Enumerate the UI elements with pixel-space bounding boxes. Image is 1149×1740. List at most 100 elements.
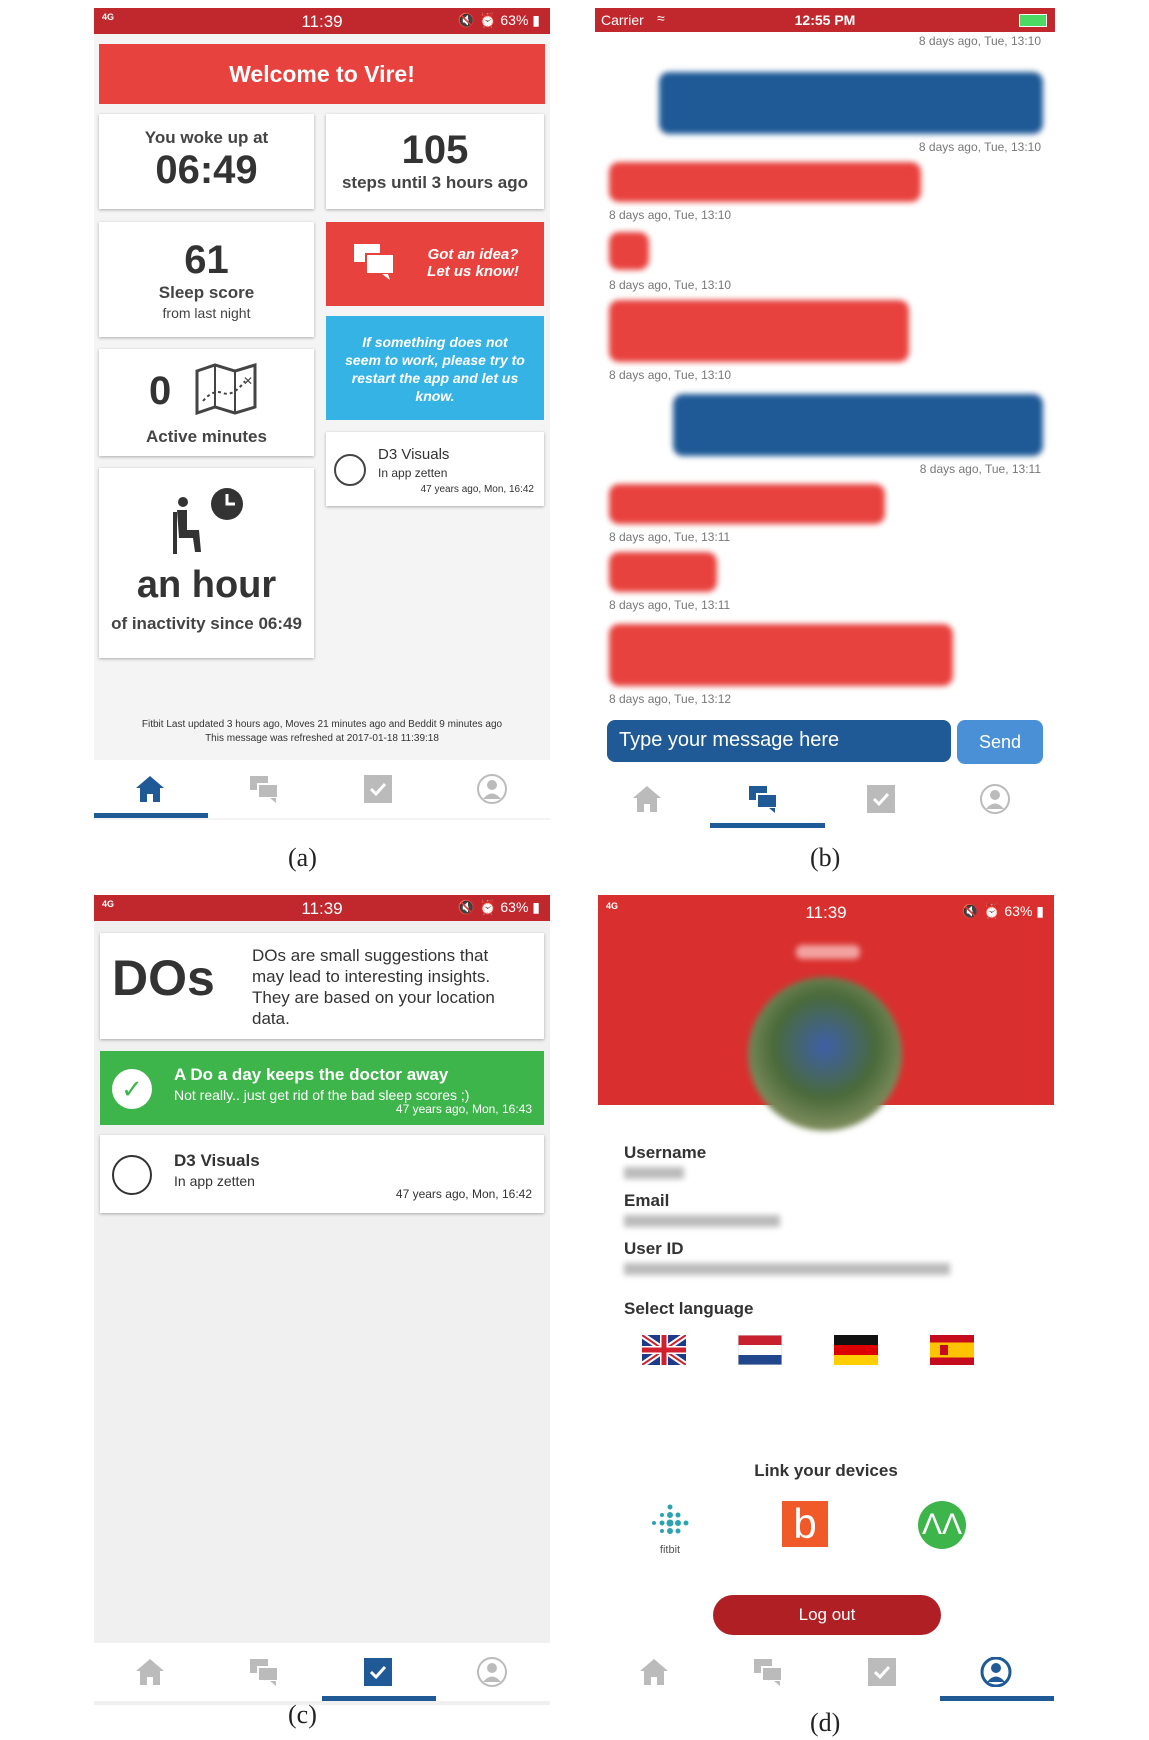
fitbit-icon bbox=[652, 1504, 689, 1534]
germany-flag-icon[interactable] bbox=[834, 1335, 878, 1365]
chat-timestamp: 8 days ago, Tue, 13:10 bbox=[609, 368, 732, 382]
avatar[interactable] bbox=[748, 977, 902, 1131]
wake-card: You woke up at 06:49 bbox=[99, 114, 314, 209]
dos-title: DOs bbox=[112, 950, 215, 1006]
idea-button[interactable]: Got an idea? Let us know! bbox=[326, 222, 544, 306]
active-label: Active minutes bbox=[146, 427, 267, 446]
inactivity-label: of inactivity since 06:49 bbox=[111, 614, 302, 633]
active-card: 0 ✕ Active minutes bbox=[99, 349, 314, 456]
send-button[interactable]: Send bbox=[957, 720, 1043, 764]
todo-checkbox[interactable] bbox=[112, 1155, 152, 1195]
chat-bubbles-icon bbox=[354, 244, 395, 280]
idea-line-2: Let us know! bbox=[427, 263, 519, 280]
nav-chat-icon[interactable] bbox=[248, 1657, 280, 1687]
info-card: If something does not seem to work, plea… bbox=[326, 316, 544, 420]
done-check-icon[interactable]: ✓ bbox=[112, 1069, 152, 1109]
caption-a: (a) bbox=[288, 843, 317, 872]
do-checkbox[interactable] bbox=[334, 454, 366, 486]
nav-home-icon[interactable] bbox=[638, 1657, 670, 1687]
nav-dos-icon[interactable] bbox=[865, 784, 897, 814]
dos-description: DOs are small suggestions that may lead … bbox=[252, 946, 495, 1028]
chat-message-bubble bbox=[609, 300, 909, 362]
chat-message-bubble bbox=[609, 162, 921, 202]
chat-message-bubble bbox=[609, 624, 953, 686]
completed-do-card[interactable]: ✓ A Do a day keeps the doctor away Not r… bbox=[100, 1051, 544, 1125]
map-icon: ✕ bbox=[195, 363, 257, 415]
nav-chat-icon[interactable] bbox=[747, 784, 779, 814]
logout-button[interactable]: Log out bbox=[713, 1595, 941, 1635]
sleep-card: 61 Sleep score from last night bbox=[99, 222, 314, 337]
todo-do-card[interactable]: D3 Visuals In app zetten 47 years ago, M… bbox=[100, 1135, 544, 1213]
nav-home-icon[interactable] bbox=[631, 784, 663, 814]
nav-dos-icon[interactable] bbox=[362, 774, 394, 804]
message-input[interactable]: Type your message here bbox=[607, 720, 951, 762]
chat-timestamp: 8 days ago, Tue, 13:10 bbox=[609, 278, 732, 292]
nav-dos-icon[interactable] bbox=[362, 1657, 394, 1687]
caption-c: (c) bbox=[288, 1700, 317, 1729]
do-timestamp: 47 years ago, Mon, 16:42 bbox=[420, 484, 534, 495]
steps-card: 105 steps until 3 hours ago bbox=[326, 114, 544, 209]
spain-flag-icon[interactable] bbox=[930, 1335, 974, 1365]
bottom-nav bbox=[598, 1643, 1054, 1701]
nav-profile-icon[interactable] bbox=[476, 774, 508, 804]
nav-home-icon[interactable] bbox=[134, 774, 166, 804]
chat-timestamp: 8 days ago, Tue, 13:10 bbox=[918, 34, 1041, 48]
bottom-nav bbox=[595, 770, 1055, 828]
userid-value-blurred bbox=[624, 1263, 950, 1275]
welcome-banner: Welcome to Vire! bbox=[99, 44, 545, 104]
beddit-icon: b bbox=[793, 1500, 817, 1547]
nav-profile-icon[interactable] bbox=[979, 784, 1011, 814]
nav-profile-icon[interactable] bbox=[476, 1657, 508, 1687]
screen-b-chat: Carrier ≈ 12:55 PM 8 days ago, Tue, 13:1… bbox=[595, 8, 1055, 828]
refresh-status: This message was refreshed at 2017-01-18… bbox=[205, 733, 439, 744]
email-value-blurred bbox=[624, 1215, 780, 1227]
chat-timestamp: 8 days ago, Tue, 13:12 bbox=[609, 692, 732, 706]
nav-dos-icon[interactable] bbox=[866, 1657, 898, 1687]
chat-timestamp: 8 days ago, Tue, 13:11 bbox=[609, 530, 731, 544]
uk-flag-icon[interactable] bbox=[642, 1335, 686, 1365]
battery-indicator: 🔇 ⏰ 63% ▮ bbox=[457, 12, 540, 28]
sync-status: Fitbit Last updated 3 hours ago, Moves 2… bbox=[141, 719, 503, 730]
screen-d-profile: 4G 11:39 🔇 ⏰ 63% ▮ Username Email User I… bbox=[598, 895, 1054, 1710]
username-label: Username bbox=[624, 1143, 707, 1162]
svg-text:✕: ✕ bbox=[243, 374, 253, 388]
language-label: Select language bbox=[624, 1299, 754, 1318]
nav-active-indicator bbox=[940, 1696, 1054, 1701]
dos-header-card: DOs DOs are small suggestions that may l… bbox=[100, 933, 544, 1039]
steps-value: 105 bbox=[401, 128, 469, 172]
bottom-nav bbox=[94, 1643, 550, 1701]
active-value: 0 bbox=[149, 369, 172, 413]
steps-label: steps until 3 hours ago bbox=[341, 173, 529, 192]
chat-message-bubble bbox=[659, 72, 1043, 134]
email-label: Email bbox=[624, 1191, 670, 1210]
do-card[interactable]: D3 Visuals In app zetten 47 years ago, M… bbox=[326, 432, 544, 506]
moves-link[interactable]: ΛΛ bbox=[918, 1501, 966, 1549]
nav-chat-icon[interactable] bbox=[752, 1657, 784, 1687]
fitbit-label: fitbit bbox=[659, 1544, 681, 1556]
fitbit-link[interactable]: fitbit bbox=[646, 1503, 694, 1563]
ios-status-bar: Carrier ≈ 12:55 PM bbox=[595, 8, 1055, 32]
chat-timestamp: 8 days ago, Tue, 13:10 bbox=[609, 208, 732, 222]
inactivity-card: an hour of inactivity since 06:49 bbox=[99, 468, 314, 658]
chat-message-bubble bbox=[673, 394, 1043, 456]
username-value-blurred bbox=[624, 1167, 684, 1179]
sleep-value: 61 bbox=[184, 238, 229, 282]
done-title: A Do a day keeps the doctor away bbox=[174, 1065, 449, 1084]
devices-label: Link your devices bbox=[754, 1461, 898, 1480]
caption-d: (d) bbox=[810, 1708, 841, 1737]
userid-label: User ID bbox=[624, 1239, 684, 1258]
nav-home-icon[interactable] bbox=[134, 1657, 166, 1687]
moves-icon: ΛΛ bbox=[921, 1508, 963, 1541]
chat-message-bubble bbox=[609, 232, 649, 270]
netherlands-flag-icon[interactable] bbox=[738, 1335, 782, 1365]
battery-icon bbox=[1019, 14, 1047, 27]
do-subtitle: In app zetten bbox=[378, 466, 448, 480]
welcome-title: Welcome to Vire! bbox=[229, 61, 415, 87]
wake-time: 06:49 bbox=[155, 148, 258, 192]
screen-a-home: 4G 11:39 🔇 ⏰ 63% ▮ Welcome to Vire! You … bbox=[94, 8, 550, 820]
nav-profile-icon[interactable] bbox=[980, 1657, 1012, 1687]
nav-chat-icon[interactable] bbox=[248, 774, 280, 804]
nav-active-indicator bbox=[322, 1696, 436, 1701]
chat-message-bubble bbox=[609, 484, 885, 524]
beddit-link[interactable]: b bbox=[782, 1501, 828, 1547]
